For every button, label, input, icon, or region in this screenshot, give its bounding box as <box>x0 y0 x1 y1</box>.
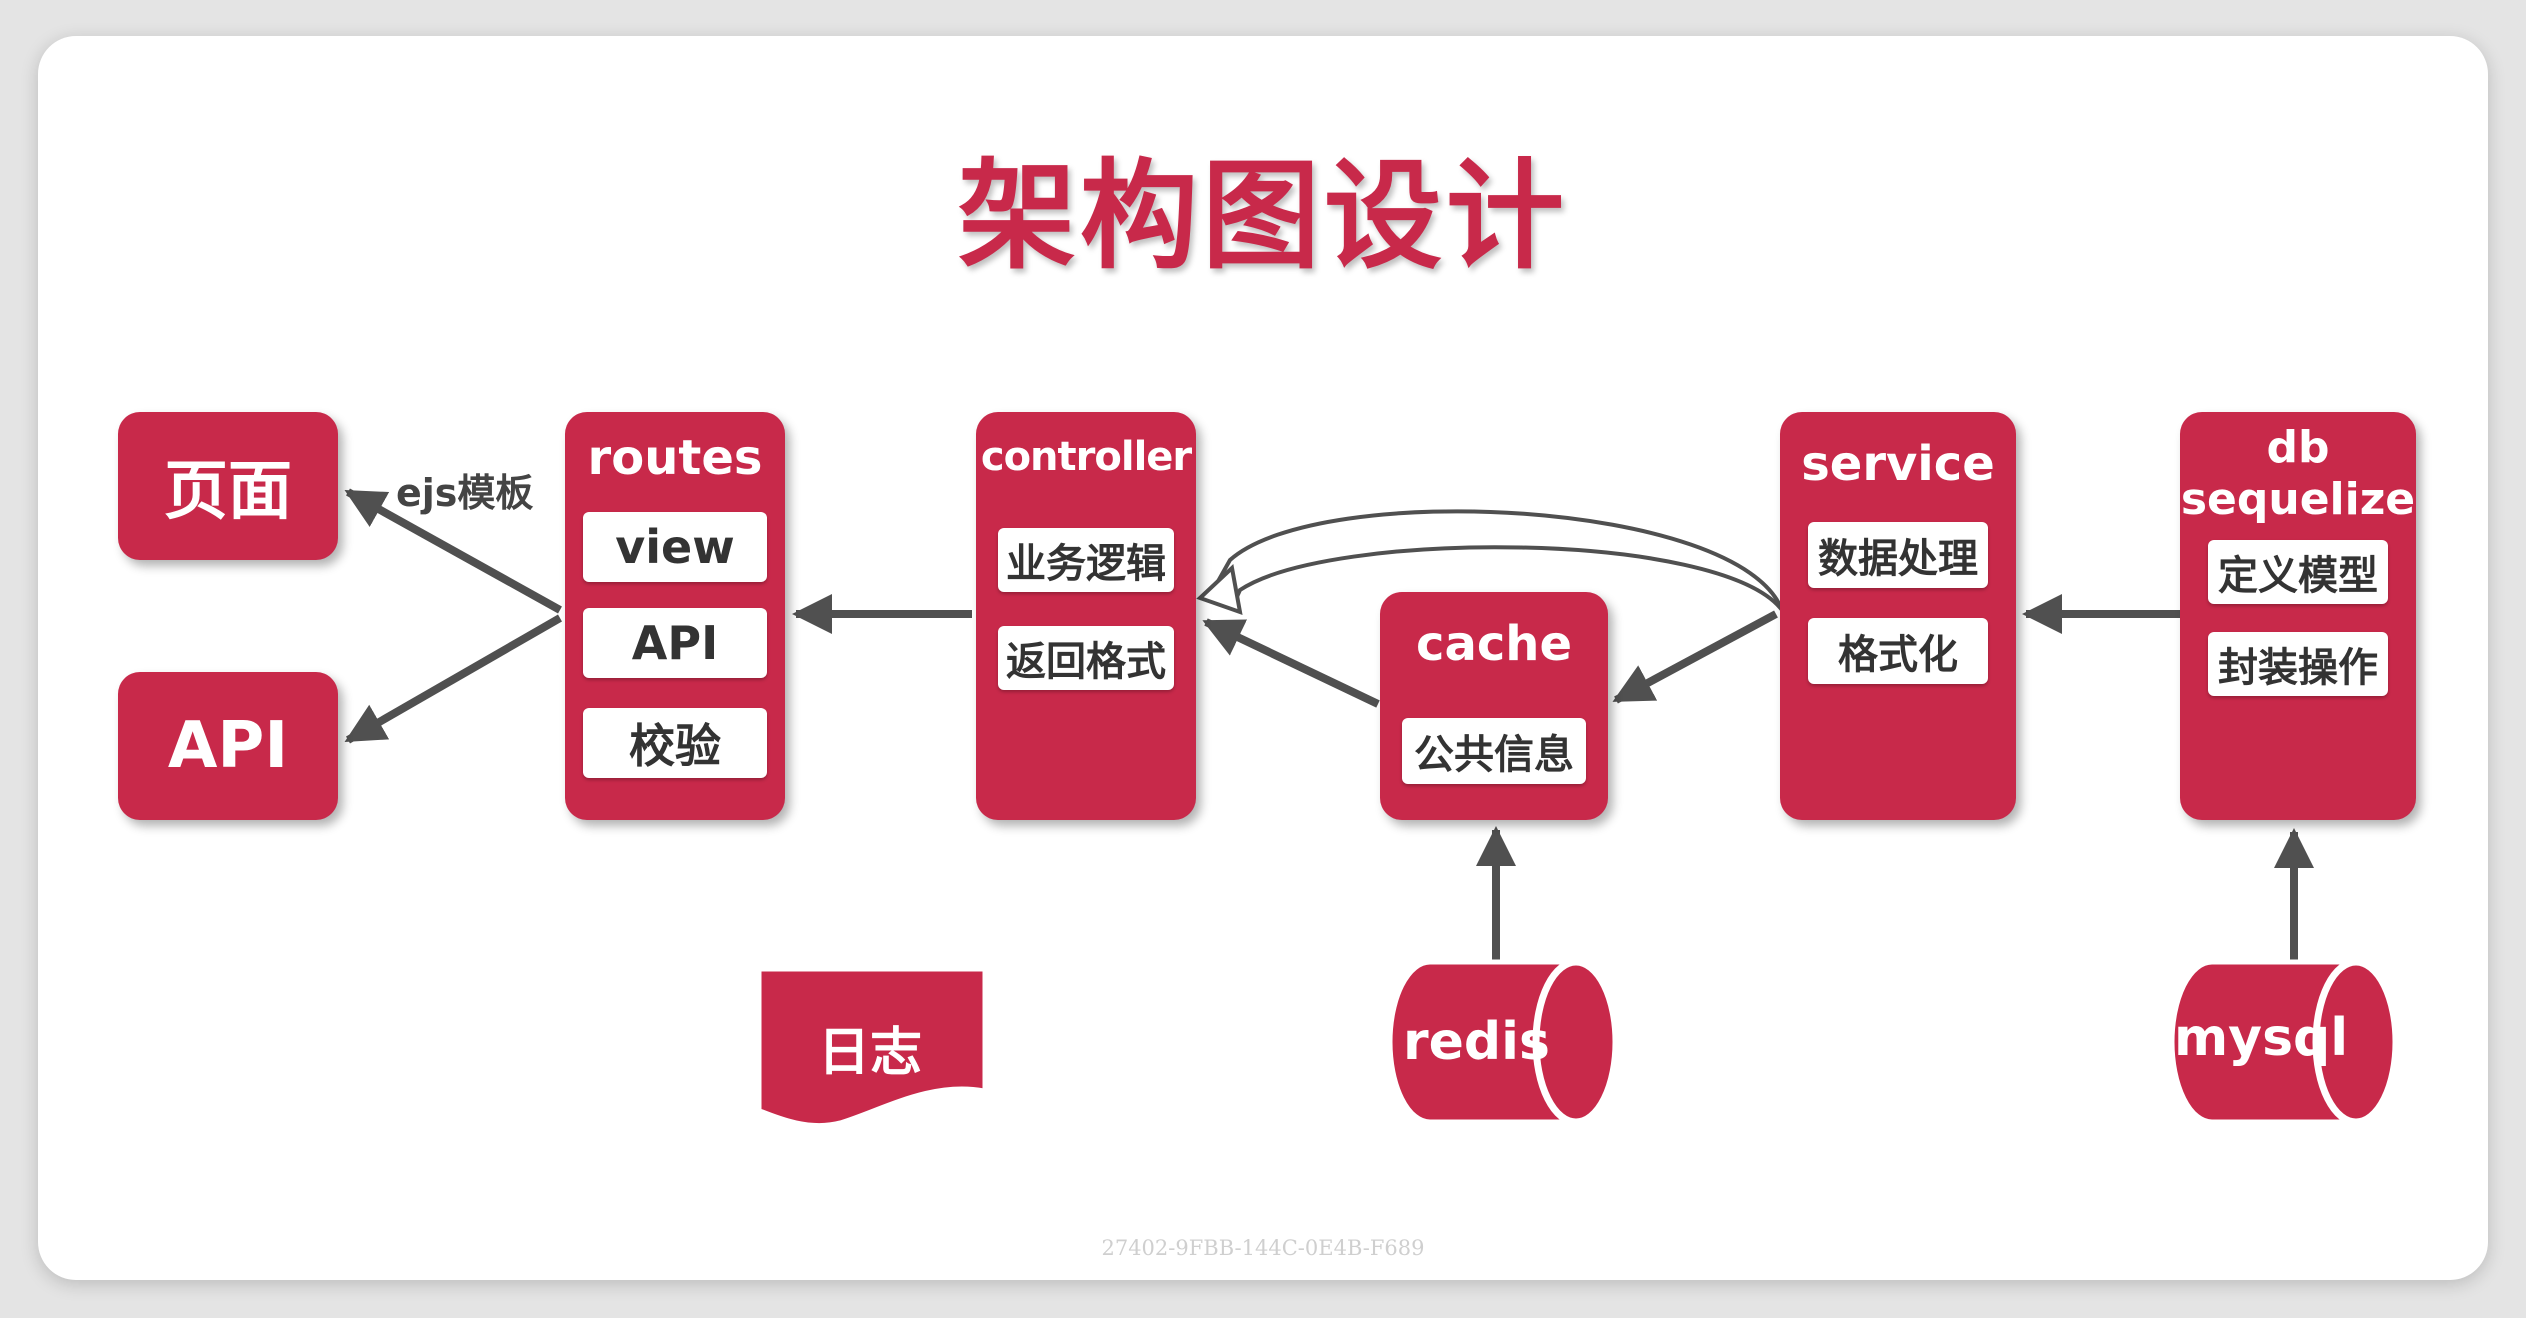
log-document <box>758 968 986 1127</box>
watermark: 27402-9FBB-144C-0E4B-F689 <box>1101 1236 1425 1260</box>
log-label: 日志 <box>818 1023 923 1083</box>
